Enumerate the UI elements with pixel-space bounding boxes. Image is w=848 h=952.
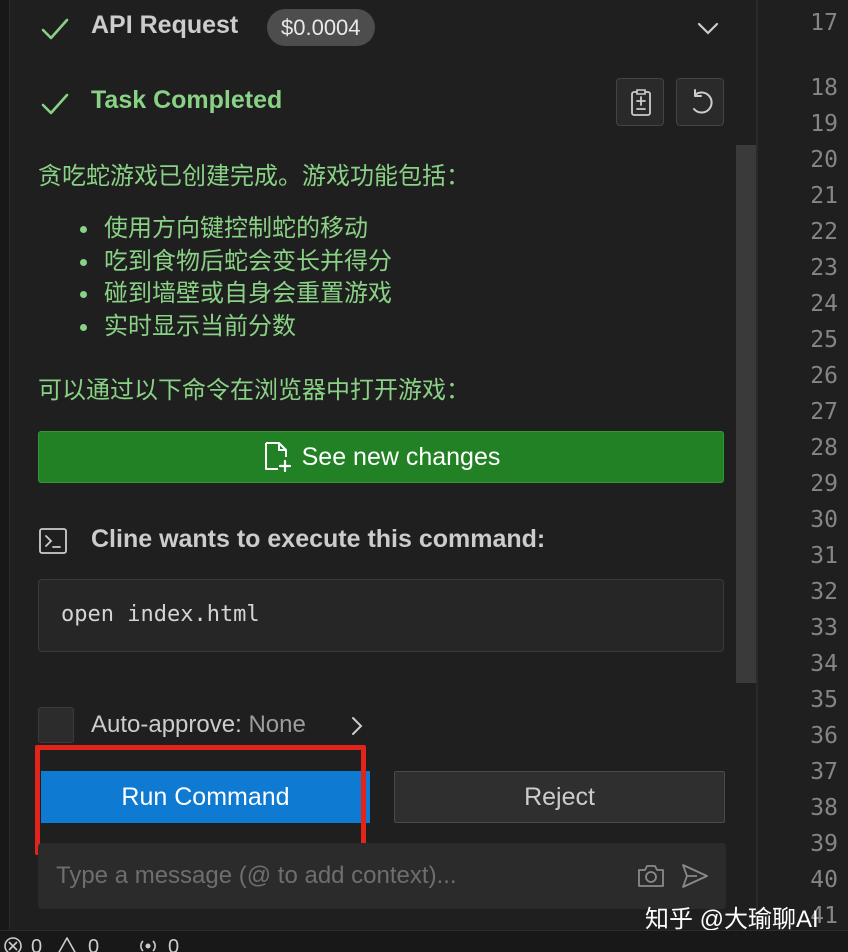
cline-chat-panel: API Request $0.0004 Task Completed 贪吃蛇游戏… (0, 0, 756, 930)
feature-list: 使用方向键控制蛇的移动 吃到食物后蛇会变长并得分 碰到墙壁或自身会重置游戏 实时… (78, 213, 392, 343)
reject-button[interactable]: Reject (394, 771, 725, 823)
command-box: open index.html (38, 579, 724, 652)
line-number: 37 (810, 759, 838, 785)
line-number: 40 (810, 867, 838, 893)
task-completed-title: Task Completed (91, 86, 283, 114)
line-number: 20 (810, 147, 838, 173)
cost-badge: $0.0004 (267, 9, 375, 46)
broadcast-icon[interactable] (137, 935, 159, 952)
line-number: 23 (810, 255, 838, 281)
line-number: 38 (810, 795, 838, 821)
scrollbar-thumb[interactable] (736, 145, 756, 683)
line-number: 27 (810, 399, 838, 425)
line-number: 26 (810, 363, 838, 389)
run-command-button[interactable]: Run Command (41, 771, 370, 823)
copy-button[interactable] (616, 78, 664, 126)
chevron-down-icon[interactable] (694, 14, 722, 42)
feature-item: 碰到墙壁或自身会重置游戏 (78, 278, 392, 311)
camera-icon[interactable] (636, 863, 666, 889)
line-number: 19 (810, 111, 838, 137)
undo-icon (693, 89, 713, 114)
line-number: 28 (810, 435, 838, 461)
command-heading: Cline wants to execute this command: (91, 525, 546, 553)
command-text: open index.html (61, 602, 260, 627)
warning-count[interactable]: 0 (88, 936, 99, 952)
line-number: 31 (810, 543, 838, 569)
check-icon (41, 93, 69, 115)
panel-left-edge (0, 0, 10, 930)
line-number: 30 (810, 507, 838, 533)
watermark: 知乎 @大瑜聊AI (645, 906, 819, 933)
api-request-title[interactable]: API Request (91, 11, 238, 40)
line-number: 39 (810, 831, 838, 857)
line-number: 33 (810, 615, 838, 641)
task-summary: 贪吃蛇游戏已创建完成。游戏功能包括： (38, 163, 470, 190)
see-new-changes-label: See new changes (301, 442, 501, 471)
auto-approve-label: Auto-approve: (91, 711, 242, 738)
file-diff-icon (264, 442, 291, 473)
status-bar: 0 0 0 (0, 930, 848, 952)
send-icon[interactable] (680, 862, 710, 890)
message-input[interactable] (56, 859, 616, 893)
line-number: 24 (810, 291, 838, 317)
open-hint-text: 可以通过以下命令在浏览器中打开游戏： (38, 377, 470, 404)
line-number: 18 (810, 75, 838, 101)
chevron-right-icon[interactable] (346, 714, 368, 738)
auto-approve-value: None (248, 711, 306, 738)
auto-approve-toggle[interactable]: Auto-approve: None (91, 711, 306, 739)
error-count[interactable]: 0 (31, 936, 42, 952)
see-new-changes-button[interactable]: See new changes (38, 431, 724, 483)
line-number: 29 (810, 471, 838, 497)
line-number: 17 (810, 10, 838, 36)
undo-button[interactable] (676, 78, 724, 126)
feature-item: 使用方向键控制蛇的移动 (78, 213, 392, 246)
line-number: 21 (810, 183, 838, 209)
line-number: 22 (810, 219, 838, 245)
line-number: 35 (810, 687, 838, 713)
ports-count[interactable]: 0 (168, 936, 179, 952)
feature-item: 吃到食物后蛇会变长并得分 (78, 246, 392, 279)
feature-item: 实时显示当前分数 (78, 311, 392, 344)
copy-icon (631, 89, 651, 116)
line-number: 25 (810, 327, 838, 353)
editor-line-gutter: 17 18 19 20 21 22 23 24 25 26 27 28 29 3… (758, 0, 848, 930)
auto-approve-checkbox[interactable] (38, 707, 74, 743)
message-composer (38, 843, 726, 909)
line-number: 32 (810, 579, 838, 605)
check-icon (41, 18, 69, 40)
line-number: 36 (810, 723, 838, 749)
terminal-icon (39, 528, 67, 554)
line-number: 34 (810, 651, 838, 677)
warning-icon[interactable] (56, 935, 78, 952)
error-icon[interactable] (2, 935, 24, 952)
